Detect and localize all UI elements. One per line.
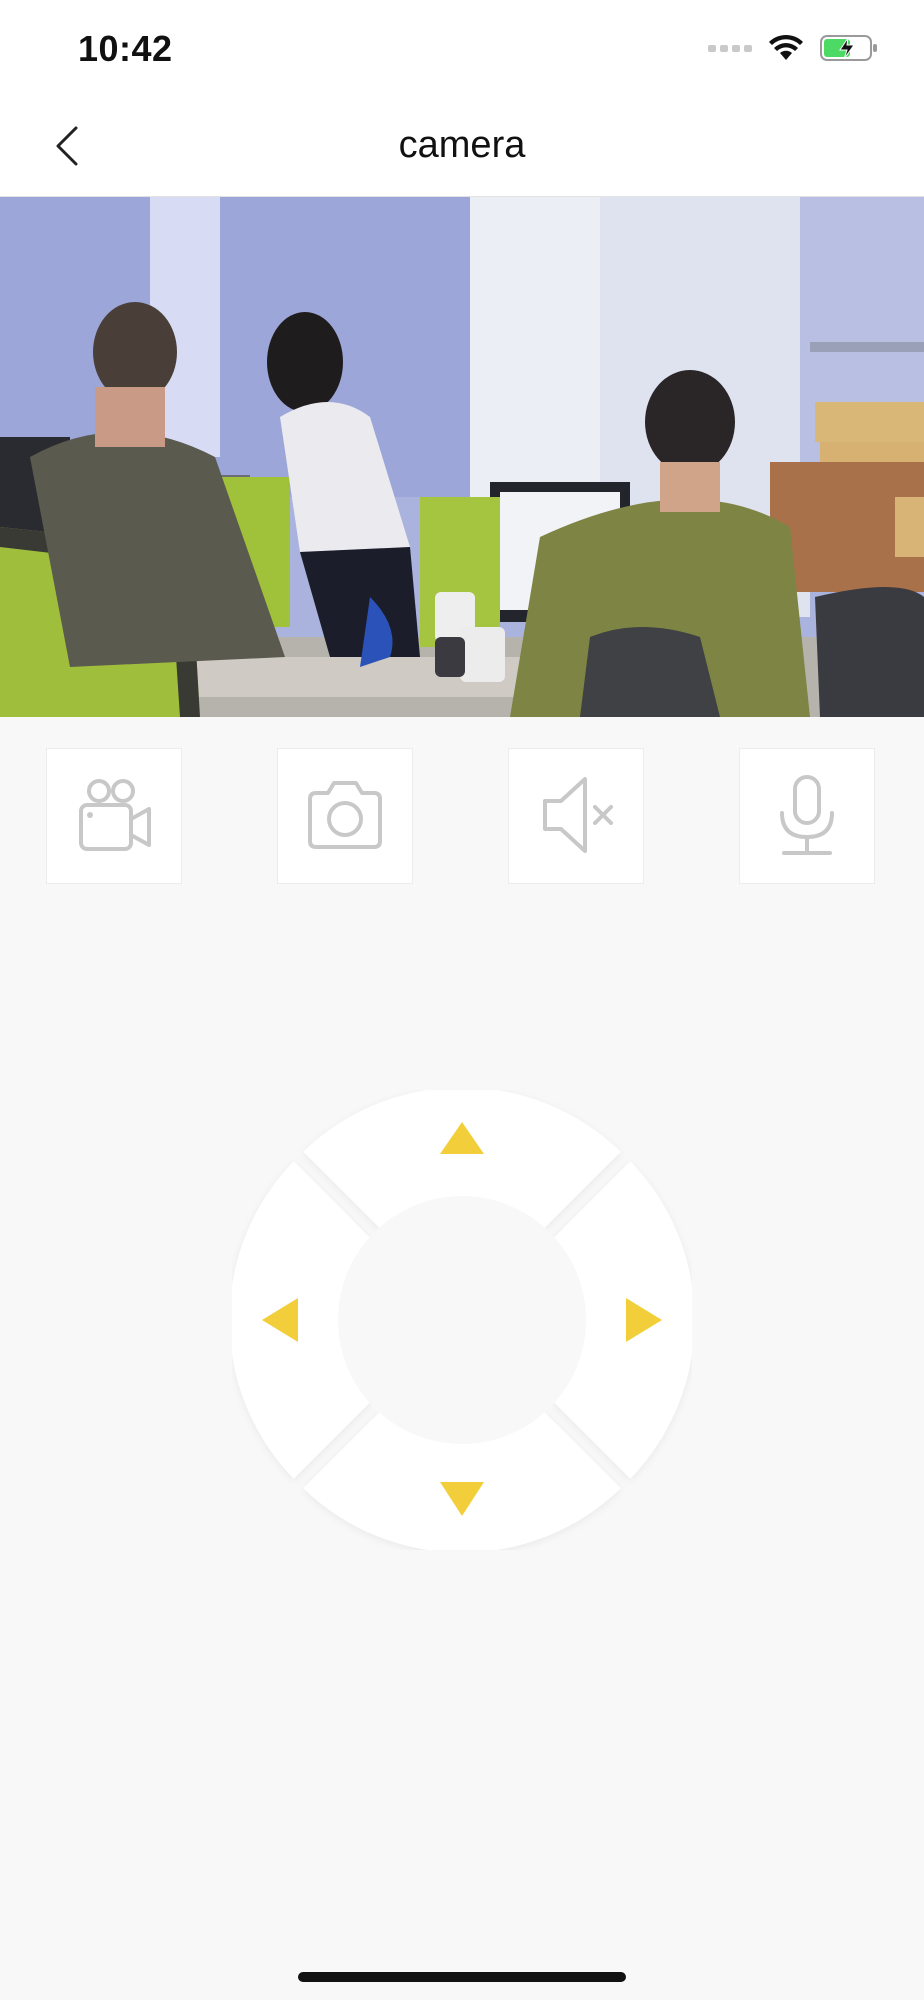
nav-bar: camera bbox=[0, 100, 924, 197]
snapshot-button[interactable] bbox=[277, 748, 413, 884]
video-camera-icon bbox=[69, 769, 159, 864]
ptz-center-button[interactable] bbox=[338, 1196, 586, 1444]
live-video-feed[interactable] bbox=[0, 197, 924, 717]
signal-dots-icon bbox=[708, 41, 752, 59]
battery-charging-icon bbox=[820, 34, 878, 67]
page-title: camera bbox=[398, 124, 526, 166]
record-video-button[interactable] bbox=[46, 748, 182, 884]
wifi-icon bbox=[768, 34, 804, 67]
mute-button[interactable] bbox=[508, 748, 644, 884]
camera-controls bbox=[0, 748, 924, 884]
status-time: 10:42 bbox=[78, 28, 173, 69]
status-icons bbox=[708, 32, 878, 68]
ptz-direction-pad bbox=[229, 1087, 695, 1553]
speaker-muted-icon bbox=[531, 769, 621, 864]
status-bar: 10:42 bbox=[0, 0, 924, 100]
home-indicator[interactable] bbox=[298, 1972, 626, 1982]
microphone-button[interactable] bbox=[739, 748, 875, 884]
camera-icon bbox=[300, 769, 390, 864]
microphone-icon bbox=[762, 769, 852, 864]
